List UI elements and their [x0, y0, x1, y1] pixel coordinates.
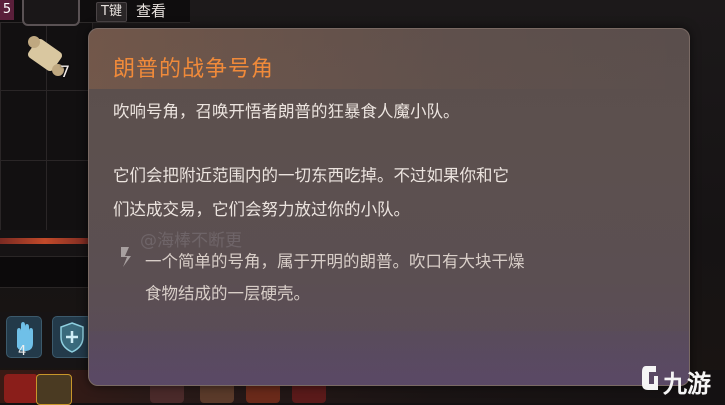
hotbar: 4	[0, 312, 92, 368]
slot-number: 5	[0, 0, 14, 20]
hotbar-slot-shield[interactable]	[52, 316, 92, 358]
tooltip-footer	[89, 331, 689, 385]
item-effect-line-1: 它们会把附近范围内的一切东西吃掉。不过如果你和它	[113, 166, 509, 185]
view-label: 查看	[136, 2, 167, 20]
horn-item-slot[interactable]	[22, 0, 80, 26]
item-tooltip: 朗普的战争号角 吹响号角，召唤开悟者朗普的狂暴食人魔小队。 它们会把附近范围内的…	[88, 28, 690, 386]
shield-icon	[60, 322, 84, 353]
item-flavor-line-1: 一个简单的号角，属于开明的朗普。吹口有大块干燥	[145, 252, 525, 271]
key-hint-t[interactable]: T键	[96, 2, 127, 22]
top-bar: 5 T键 查看	[0, 0, 190, 26]
item-flavor-line-2: 食物结成的一层硬壳。	[145, 284, 310, 303]
quote-icon	[121, 247, 131, 267]
watermark: @海棒不断更	[140, 231, 242, 251]
item-description: 吹响号角，召唤开悟者朗普的狂暴食人魔小队。	[113, 102, 460, 121]
hotbar-slot-count: 4	[18, 344, 27, 359]
action-slot-2[interactable]	[36, 374, 72, 405]
logo-text: 九游	[663, 370, 711, 398]
scroll-count: 7	[60, 62, 71, 81]
item-title: 朗普的战争号角	[113, 57, 275, 82]
action-slot-1[interactable]	[4, 374, 38, 403]
item-effect-line-2: 们达成交易，它们会努力放过你的小队。	[113, 200, 410, 219]
health-bar	[0, 238, 90, 244]
status-bar	[0, 256, 92, 288]
